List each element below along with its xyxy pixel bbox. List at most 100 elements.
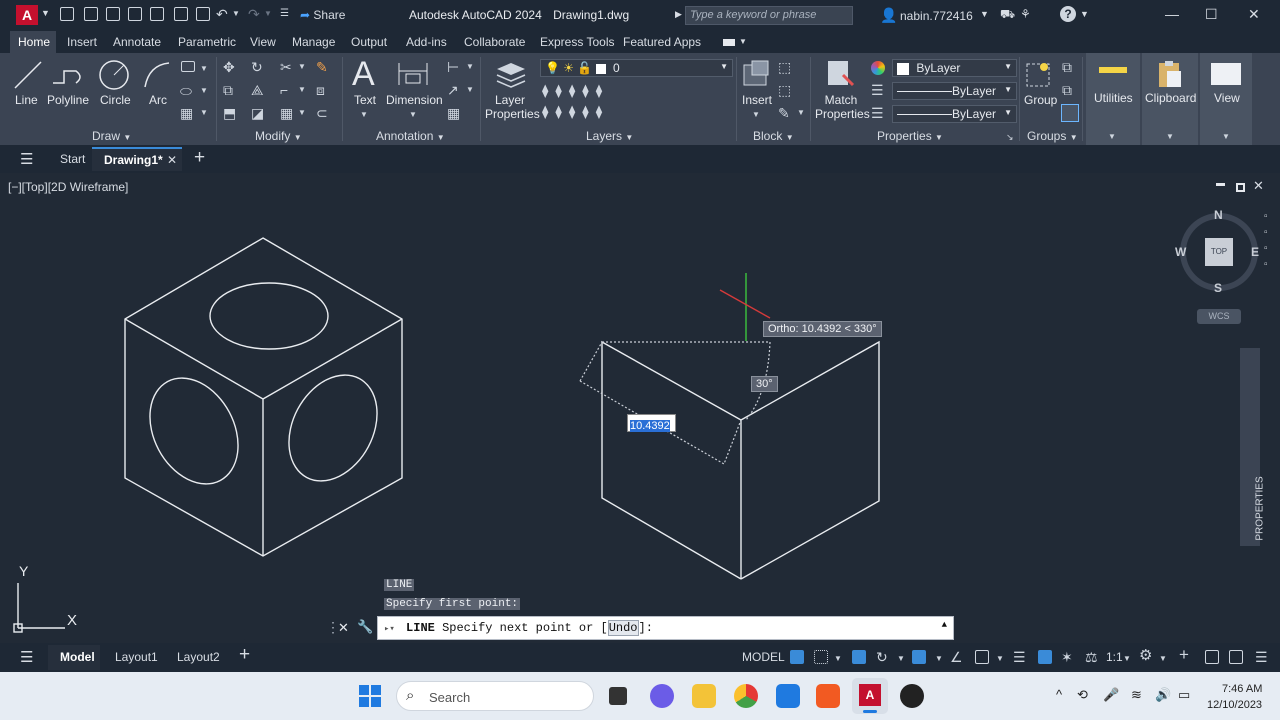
isodraft-icon[interactable] (912, 650, 926, 664)
share-button[interactable]: ➦ Share (300, 8, 345, 22)
object-snap-icon[interactable] (975, 650, 989, 664)
command-option-undo[interactable]: Undo (607, 620, 639, 636)
dimension-chevron-icon[interactable]: ▼ (409, 107, 417, 123)
properties-panel-title[interactable]: Properties ▼ (877, 129, 943, 143)
cloud-open-icon[interactable] (150, 7, 164, 21)
scale-icon[interactable]: ◪ (251, 105, 264, 121)
save-as-icon[interactable] (128, 7, 142, 21)
erase-icon[interactable]: ✎ (316, 59, 328, 75)
wcs-menu[interactable]: WCS (1197, 309, 1241, 324)
help-chevron-icon[interactable]: ▼ (1080, 9, 1089, 19)
tab-annotate[interactable]: Annotate (113, 35, 161, 49)
brave-icon[interactable] (816, 684, 840, 708)
leader-chevron-icon[interactable]: ▼ (466, 82, 474, 98)
lineweight-dropdown[interactable]: ByLayer ▼ (892, 82, 1017, 100)
orbit-icon[interactable]: ▫ (1264, 243, 1268, 254)
close-icon[interactable]: ✕ (1248, 6, 1260, 23)
command-history-toggle-icon[interactable]: ▲ (942, 620, 947, 630)
linetype-dropdown[interactable]: ByLayer ▼ (892, 105, 1017, 123)
search-input[interactable]: Type a keyword or phrase (685, 6, 853, 25)
tab-view[interactable]: View (250, 35, 276, 49)
app-menu-button[interactable]: A (16, 5, 38, 25)
viewcube-top-face[interactable]: TOP (1205, 238, 1233, 266)
linear-dim-icon[interactable]: ⊢ (447, 59, 459, 75)
viewcube-south-label[interactable]: S (1214, 281, 1222, 295)
draw-more-chevron-icon[interactable]: ▼ (200, 83, 208, 99)
block-panel-title[interactable]: Block ▼ (753, 129, 794, 143)
tab-output[interactable]: Output (351, 35, 387, 49)
stretch-icon[interactable]: ⬒ (223, 105, 236, 121)
isodraft-chevron-icon[interactable]: ▼ (935, 651, 943, 667)
insert-button[interactable]: Insert (742, 93, 772, 107)
store-icon[interactable] (776, 684, 800, 708)
properties-launcher-icon[interactable]: ↘ (1006, 129, 1014, 145)
layer-dropdown[interactable]: 💡 ☀ 🔓 0 ▼ (540, 59, 733, 77)
draw-more-chevron-icon[interactable]: ▼ (200, 61, 208, 77)
fillet-chevron-icon[interactable]: ▼ (298, 82, 306, 98)
user-name[interactable]: nabin.772416 (900, 9, 973, 23)
lineweight-display-icon[interactable]: ☰ (1013, 649, 1026, 665)
redo-dropdown-icon[interactable]: ▼ (264, 6, 272, 22)
tab-home[interactable]: Home (18, 35, 50, 49)
rotate-icon[interactable]: ↻ (251, 59, 263, 75)
undo-icon[interactable]: ↶ (216, 6, 228, 22)
model-space-button[interactable]: MODEL (742, 650, 785, 664)
layout-menu-icon[interactable]: ☰ (20, 648, 33, 666)
plot-icon[interactable] (196, 7, 210, 21)
chat-app-icon[interactable] (650, 684, 674, 708)
user-icon[interactable]: 👤 (880, 7, 897, 24)
tab-featured-apps[interactable]: Featured Apps (623, 35, 701, 49)
copy-icon[interactable]: ⧉ (223, 82, 233, 98)
start-tab[interactable]: Start (60, 152, 85, 166)
workspace-gear-icon[interactable]: ⚙ (1139, 648, 1152, 664)
move-icon[interactable]: ✥ (223, 59, 235, 75)
save-icon[interactable] (106, 7, 120, 21)
tray-overflow-icon[interactable]: ^ (1056, 687, 1062, 702)
workspace-chevron-icon[interactable]: ▼ (1159, 651, 1167, 667)
fillet-icon[interactable]: ⌐ (280, 82, 288, 98)
command-input[interactable]: ▸▾ LINE Specify next point or [Undo]: ▲ (377, 616, 954, 640)
tab-manage[interactable]: Manage (292, 35, 335, 49)
command-line-customize-icon[interactable]: 🔧 (357, 619, 373, 635)
gradient-icon[interactable]: ▦ (180, 105, 193, 121)
drawing-tab[interactable]: Drawing1* ✕ (92, 147, 182, 171)
linetype-icon[interactable]: ☰ (871, 105, 884, 121)
showmotion-icon[interactable]: ▫ (1264, 259, 1268, 270)
rectangle-icon[interactable] (181, 61, 195, 72)
drawing-canvas[interactable] (0, 173, 1280, 643)
array-icon[interactable]: ▦ (280, 105, 293, 121)
modify-panel-title[interactable]: Modify ▼ (255, 129, 302, 143)
viewcube-west-label[interactable]: W (1175, 245, 1186, 259)
groups-panel-title[interactable]: Groups ▼ (1027, 129, 1078, 143)
leader-icon[interactable]: ↗ (447, 82, 459, 98)
viewcube-north-label[interactable]: N (1214, 208, 1223, 222)
microphone-icon[interactable]: 🎤 (1103, 687, 1119, 703)
layout2-tab[interactable]: Layout2 (177, 650, 220, 664)
linear-dim-chevron-icon[interactable]: ▼ (466, 59, 474, 75)
redo-icon[interactable]: ↷ (248, 6, 260, 22)
annotation-panel-title[interactable]: Annotation ▼ (376, 129, 445, 143)
viewcube-east-label[interactable]: E (1251, 245, 1259, 259)
polyline-button[interactable]: Polyline (47, 93, 89, 107)
match-properties-button[interactable]: Match Properties (815, 93, 870, 121)
group-selection-icon[interactable] (1061, 104, 1079, 122)
table-icon[interactable]: ▦ (447, 105, 460, 121)
app-menu-chevron-icon[interactable]: ▼ (41, 8, 50, 18)
ribbon-toggle-icon[interactable] (723, 39, 735, 46)
mirror-icon[interactable]: ⟁ (251, 82, 264, 98)
new-file-icon[interactable] (60, 7, 74, 21)
chrome-icon[interactable] (734, 684, 758, 708)
file-tabs-menu-icon[interactable]: ☰ (20, 150, 33, 168)
app-store-icon[interactable]: ⚘ (1020, 7, 1031, 21)
zoom-icon[interactable]: ▫ (1264, 227, 1268, 238)
tab-express-tools[interactable]: Express Tools (540, 35, 614, 49)
view-button[interactable]: View ▼ (1200, 53, 1252, 145)
annotation-scale-icon[interactable]: ⚖ (1085, 649, 1098, 665)
tab-collaborate[interactable]: Collaborate (464, 35, 525, 49)
utilities-button[interactable]: Utilities ▼ (1086, 53, 1140, 145)
text-chevron-icon[interactable]: ▼ (360, 107, 368, 123)
cloud-save-icon[interactable] (174, 7, 188, 21)
units-icon[interactable] (1205, 650, 1219, 664)
drawing-area[interactable]: [−][Top][2D Wireframe] ✕ Y X Ortho: 10.4… (0, 173, 1280, 643)
command-line-close-icon[interactable]: ✕ (338, 620, 349, 636)
